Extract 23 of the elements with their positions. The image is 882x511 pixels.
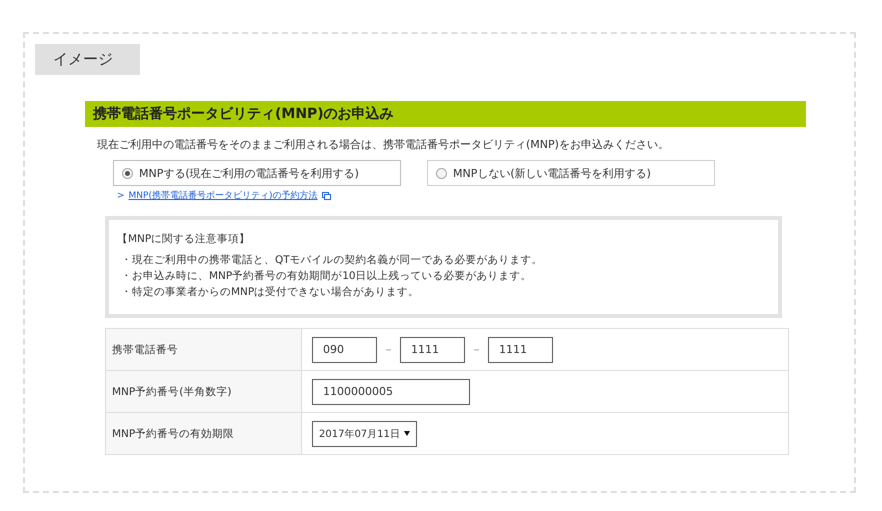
dash-separator: － [383,342,394,357]
image-label: イメージ [35,44,140,75]
notice-item: ・お申込み時に、MNP予約番号の有効期間が10日以上残っている必要があります。 [121,269,533,284]
field-label: 携帯電話番号 [106,328,302,370]
input-field[interactable]: 1111 [488,336,553,362]
date-dropdown[interactable]: 2017年07月11日 [312,420,417,446]
radio-option[interactable]: MNPしない(新しい電話番号を利用する) [427,160,715,186]
external-window-icon [322,192,330,200]
notice-item: ・特定の事業者からのMNPは受付できない場合があります。 [121,285,420,300]
section-heading: 携帯電話番号ポータビリティ(MNP)のお申込み [85,101,806,127]
link-arrow: > [117,190,125,200]
input-field[interactable]: 1111 [400,336,465,362]
reservation-link[interactable]: MNP(携帯電話番号ポータビリティ)の予約方法 [128,189,318,202]
intro-text: 現在ご利用中の電話番号をそのままご利用される場合は、携帯電話番号ポータビリティ(MNP)をお申込みください。 [97,137,670,152]
input-field[interactable]: 1100000005 [312,378,470,404]
caret-icon [404,431,410,436]
dash-separator: － [471,342,482,357]
notice-title: 【MNPに関する注意事項】 [117,232,252,246]
field-label: MNP予約番号の有効期限 [106,412,302,454]
input-field[interactable]: 090 [312,336,377,362]
notice-item: ・現在ご利用中の携帯電話と、QTモバイルの契約名義が同一である必要があります。 [121,253,544,268]
field-label: MNP予約番号(半角数字) [106,370,302,412]
radio-option[interactable]: MNPする(現在ご利用の電話番号を利用する) [113,160,401,186]
